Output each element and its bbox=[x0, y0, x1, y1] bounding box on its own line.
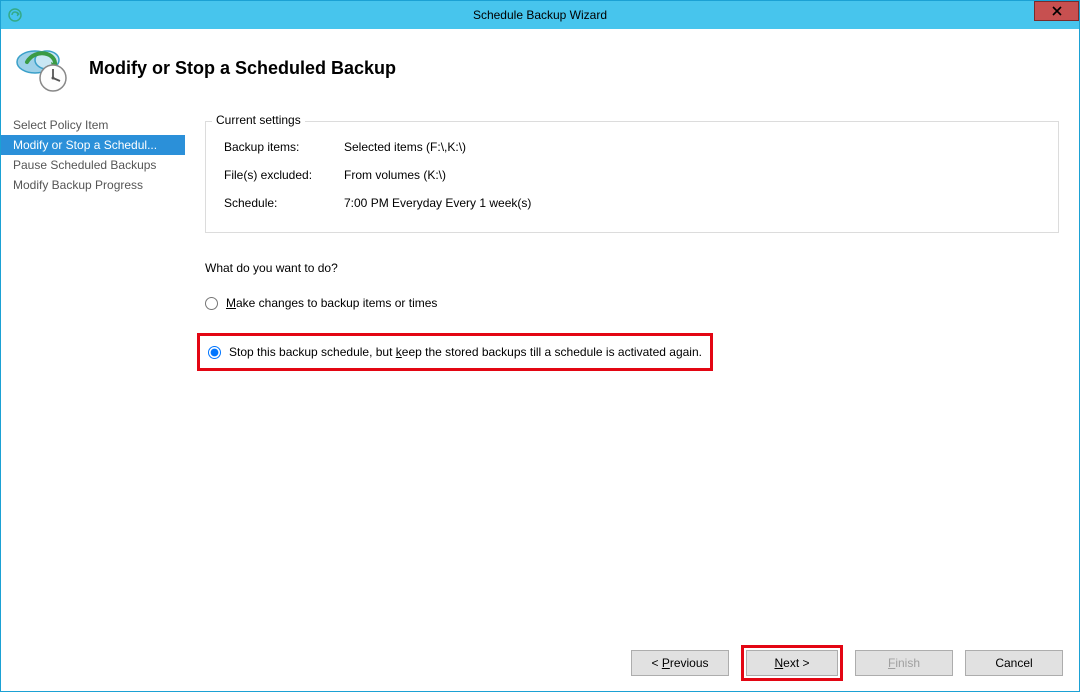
sidebar-item-modify-progress[interactable]: Modify Backup Progress bbox=[1, 175, 185, 195]
backup-cloud-clock-icon bbox=[13, 38, 73, 98]
highlighted-next-button: Next > bbox=[741, 645, 843, 681]
radio-stop-schedule[interactable] bbox=[208, 346, 221, 359]
wizard-steps-sidebar: Select Policy Item Modify or Stop a Sche… bbox=[1, 107, 185, 635]
wizard-body: Select Policy Item Modify or Stop a Sche… bbox=[1, 107, 1079, 635]
radio-label-stop-schedule: Stop this backup schedule, but keep the … bbox=[229, 345, 702, 359]
radio-option-stop-schedule[interactable]: Stop this backup schedule, but keep the … bbox=[208, 342, 702, 362]
wizard-content: Current settings Backup items: Selected … bbox=[185, 107, 1079, 635]
radio-label-make-changes: Make changes to backup items or times bbox=[226, 296, 437, 310]
page-title: Modify or Stop a Scheduled Backup bbox=[89, 58, 396, 79]
sidebar-item-select-policy[interactable]: Select Policy Item bbox=[1, 115, 185, 135]
wizard-footer: < Previous Next > Finish Cancel bbox=[1, 635, 1079, 691]
radio-make-changes[interactable] bbox=[205, 297, 218, 310]
setting-label: File(s) excluded: bbox=[224, 168, 344, 182]
app-icon bbox=[7, 7, 23, 23]
setting-row-schedule: Schedule: 7:00 PM Everyday Every 1 week(… bbox=[224, 196, 1040, 210]
titlebar: Schedule Backup Wizard bbox=[1, 1, 1079, 29]
window-title: Schedule Backup Wizard bbox=[1, 8, 1079, 22]
finish-button: Finish bbox=[855, 650, 953, 676]
radio-option-make-changes[interactable]: Make changes to backup items or times bbox=[205, 293, 1059, 313]
wizard-header: Modify or Stop a Scheduled Backup bbox=[1, 29, 1079, 107]
setting-label: Backup items: bbox=[224, 140, 344, 154]
setting-label: Schedule: bbox=[224, 196, 344, 210]
previous-button[interactable]: < Previous bbox=[631, 650, 729, 676]
setting-row-backup-items: Backup items: Selected items (F:\,K:\) bbox=[224, 140, 1040, 154]
next-button[interactable]: Next > bbox=[746, 650, 838, 676]
close-button[interactable] bbox=[1034, 1, 1079, 21]
setting-value: 7:00 PM Everyday Every 1 week(s) bbox=[344, 196, 531, 210]
wizard-window: Schedule Backup Wizard Modify or Stop a … bbox=[0, 0, 1080, 692]
prompt-text: What do you want to do? bbox=[205, 261, 1059, 275]
setting-row-files-excluded: File(s) excluded: From volumes (K:\) bbox=[224, 168, 1040, 182]
groupbox-legend: Current settings bbox=[212, 113, 305, 127]
current-settings-group: Current settings Backup items: Selected … bbox=[205, 121, 1059, 233]
setting-value: Selected items (F:\,K:\) bbox=[344, 140, 466, 154]
sidebar-item-pause-backups[interactable]: Pause Scheduled Backups bbox=[1, 155, 185, 175]
setting-value: From volumes (K:\) bbox=[344, 168, 446, 182]
cancel-button[interactable]: Cancel bbox=[965, 650, 1063, 676]
close-icon bbox=[1051, 5, 1063, 17]
highlighted-option: Stop this backup schedule, but keep the … bbox=[197, 333, 713, 371]
sidebar-item-modify-stop[interactable]: Modify or Stop a Schedul... bbox=[1, 135, 185, 155]
